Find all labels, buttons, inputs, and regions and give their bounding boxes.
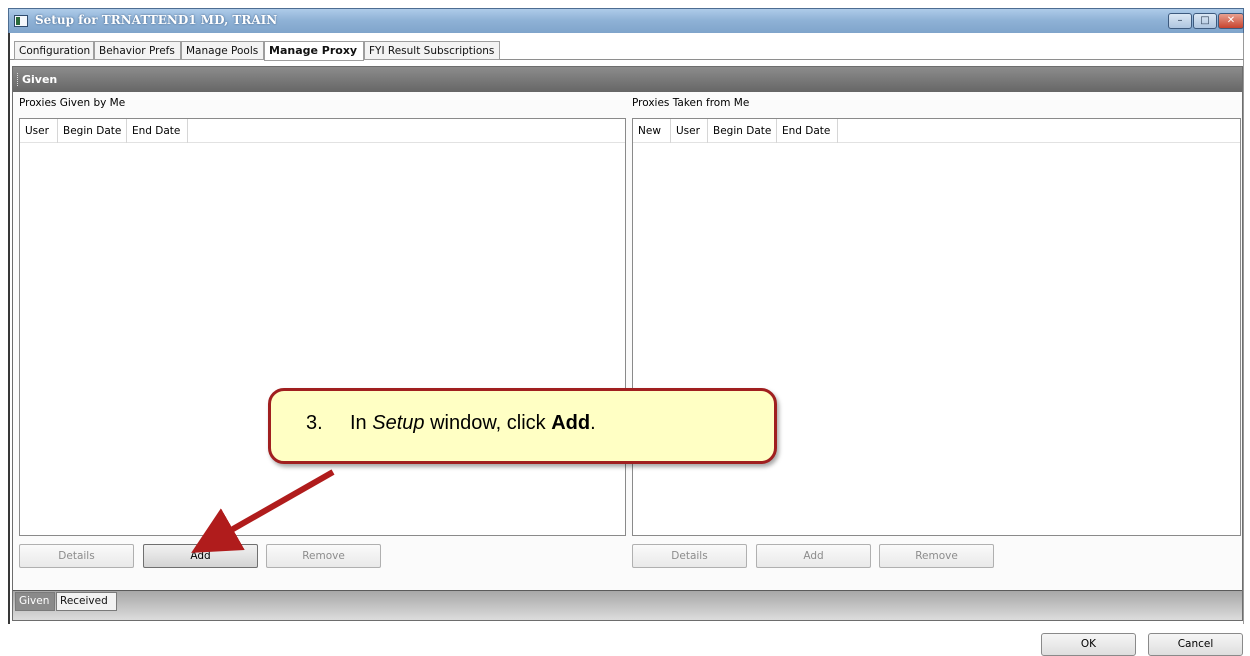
- tab-manage-proxy[interactable]: Manage Proxy: [264, 41, 364, 61]
- callout-text-after: .: [590, 412, 596, 434]
- bottom-tab-received[interactable]: Received: [56, 592, 117, 611]
- section-title: Given: [22, 73, 58, 86]
- app-window-icon: [14, 15, 28, 27]
- callout-italic: Setup: [372, 412, 425, 434]
- given-remove-button[interactable]: Remove: [266, 544, 381, 568]
- column-header-begin-date[interactable]: Begin Date: [708, 119, 777, 143]
- instruction-callout: 3. In Setup window, click Add.: [268, 388, 777, 464]
- minimize-button[interactable]: –: [1168, 13, 1192, 29]
- bottom-tab-given[interactable]: Given: [15, 592, 55, 611]
- tab-behavior-prefs[interactable]: Behavior Prefs: [94, 41, 181, 60]
- tab-fyi-result-subscriptions[interactable]: FYI Result Subscriptions: [364, 41, 500, 60]
- taken-pane-label: Proxies Taken from Me: [632, 97, 750, 109]
- taken-details-button[interactable]: Details: [632, 544, 747, 568]
- callout-text-before: In: [350, 412, 373, 434]
- column-header-user[interactable]: User: [20, 119, 58, 143]
- column-header-end-date[interactable]: End Date: [127, 119, 188, 143]
- section-header: [13, 67, 1242, 92]
- column-header-end-date[interactable]: End Date: [777, 119, 838, 143]
- given-pane-label: Proxies Given by Me: [19, 97, 126, 109]
- tab-manage-pools[interactable]: Manage Pools: [181, 41, 264, 60]
- given-details-button[interactable]: Details: [19, 544, 134, 568]
- maximize-button[interactable]: □: [1193, 13, 1217, 29]
- window-title-bar[interactable]: Setup for TRNATTEND1 MD, TRAIN – □ ✕: [8, 8, 1244, 34]
- bottom-tab-strip: [13, 590, 1242, 620]
- window-title: Setup for TRNATTEND1 MD, TRAIN: [35, 13, 278, 27]
- callout-bold: Add: [551, 412, 591, 434]
- callout-text-middle: window, click: [424, 412, 552, 434]
- tab-configuration[interactable]: Configuration: [14, 41, 94, 60]
- column-header-begin-date[interactable]: Begin Date: [58, 119, 127, 143]
- column-header-user[interactable]: User: [671, 119, 708, 143]
- callout-step-number: 3.: [306, 412, 323, 434]
- column-header-new[interactable]: New: [633, 119, 671, 143]
- close-button[interactable]: ✕: [1218, 13, 1244, 29]
- ok-button[interactable]: OK: [1041, 633, 1136, 656]
- list-header: New User Begin Date End Date: [633, 119, 1240, 143]
- grip-icon: [17, 73, 20, 86]
- taken-remove-button[interactable]: Remove: [879, 544, 994, 568]
- proxies-taken-list[interactable]: New User Begin Date End Date: [632, 118, 1241, 536]
- taken-add-button[interactable]: Add: [756, 544, 871, 568]
- cancel-button[interactable]: Cancel: [1148, 633, 1243, 656]
- list-header: User Begin Date End Date: [20, 119, 625, 143]
- given-add-button[interactable]: Add: [143, 544, 258, 568]
- proxies-given-list[interactable]: User Begin Date End Date: [19, 118, 626, 536]
